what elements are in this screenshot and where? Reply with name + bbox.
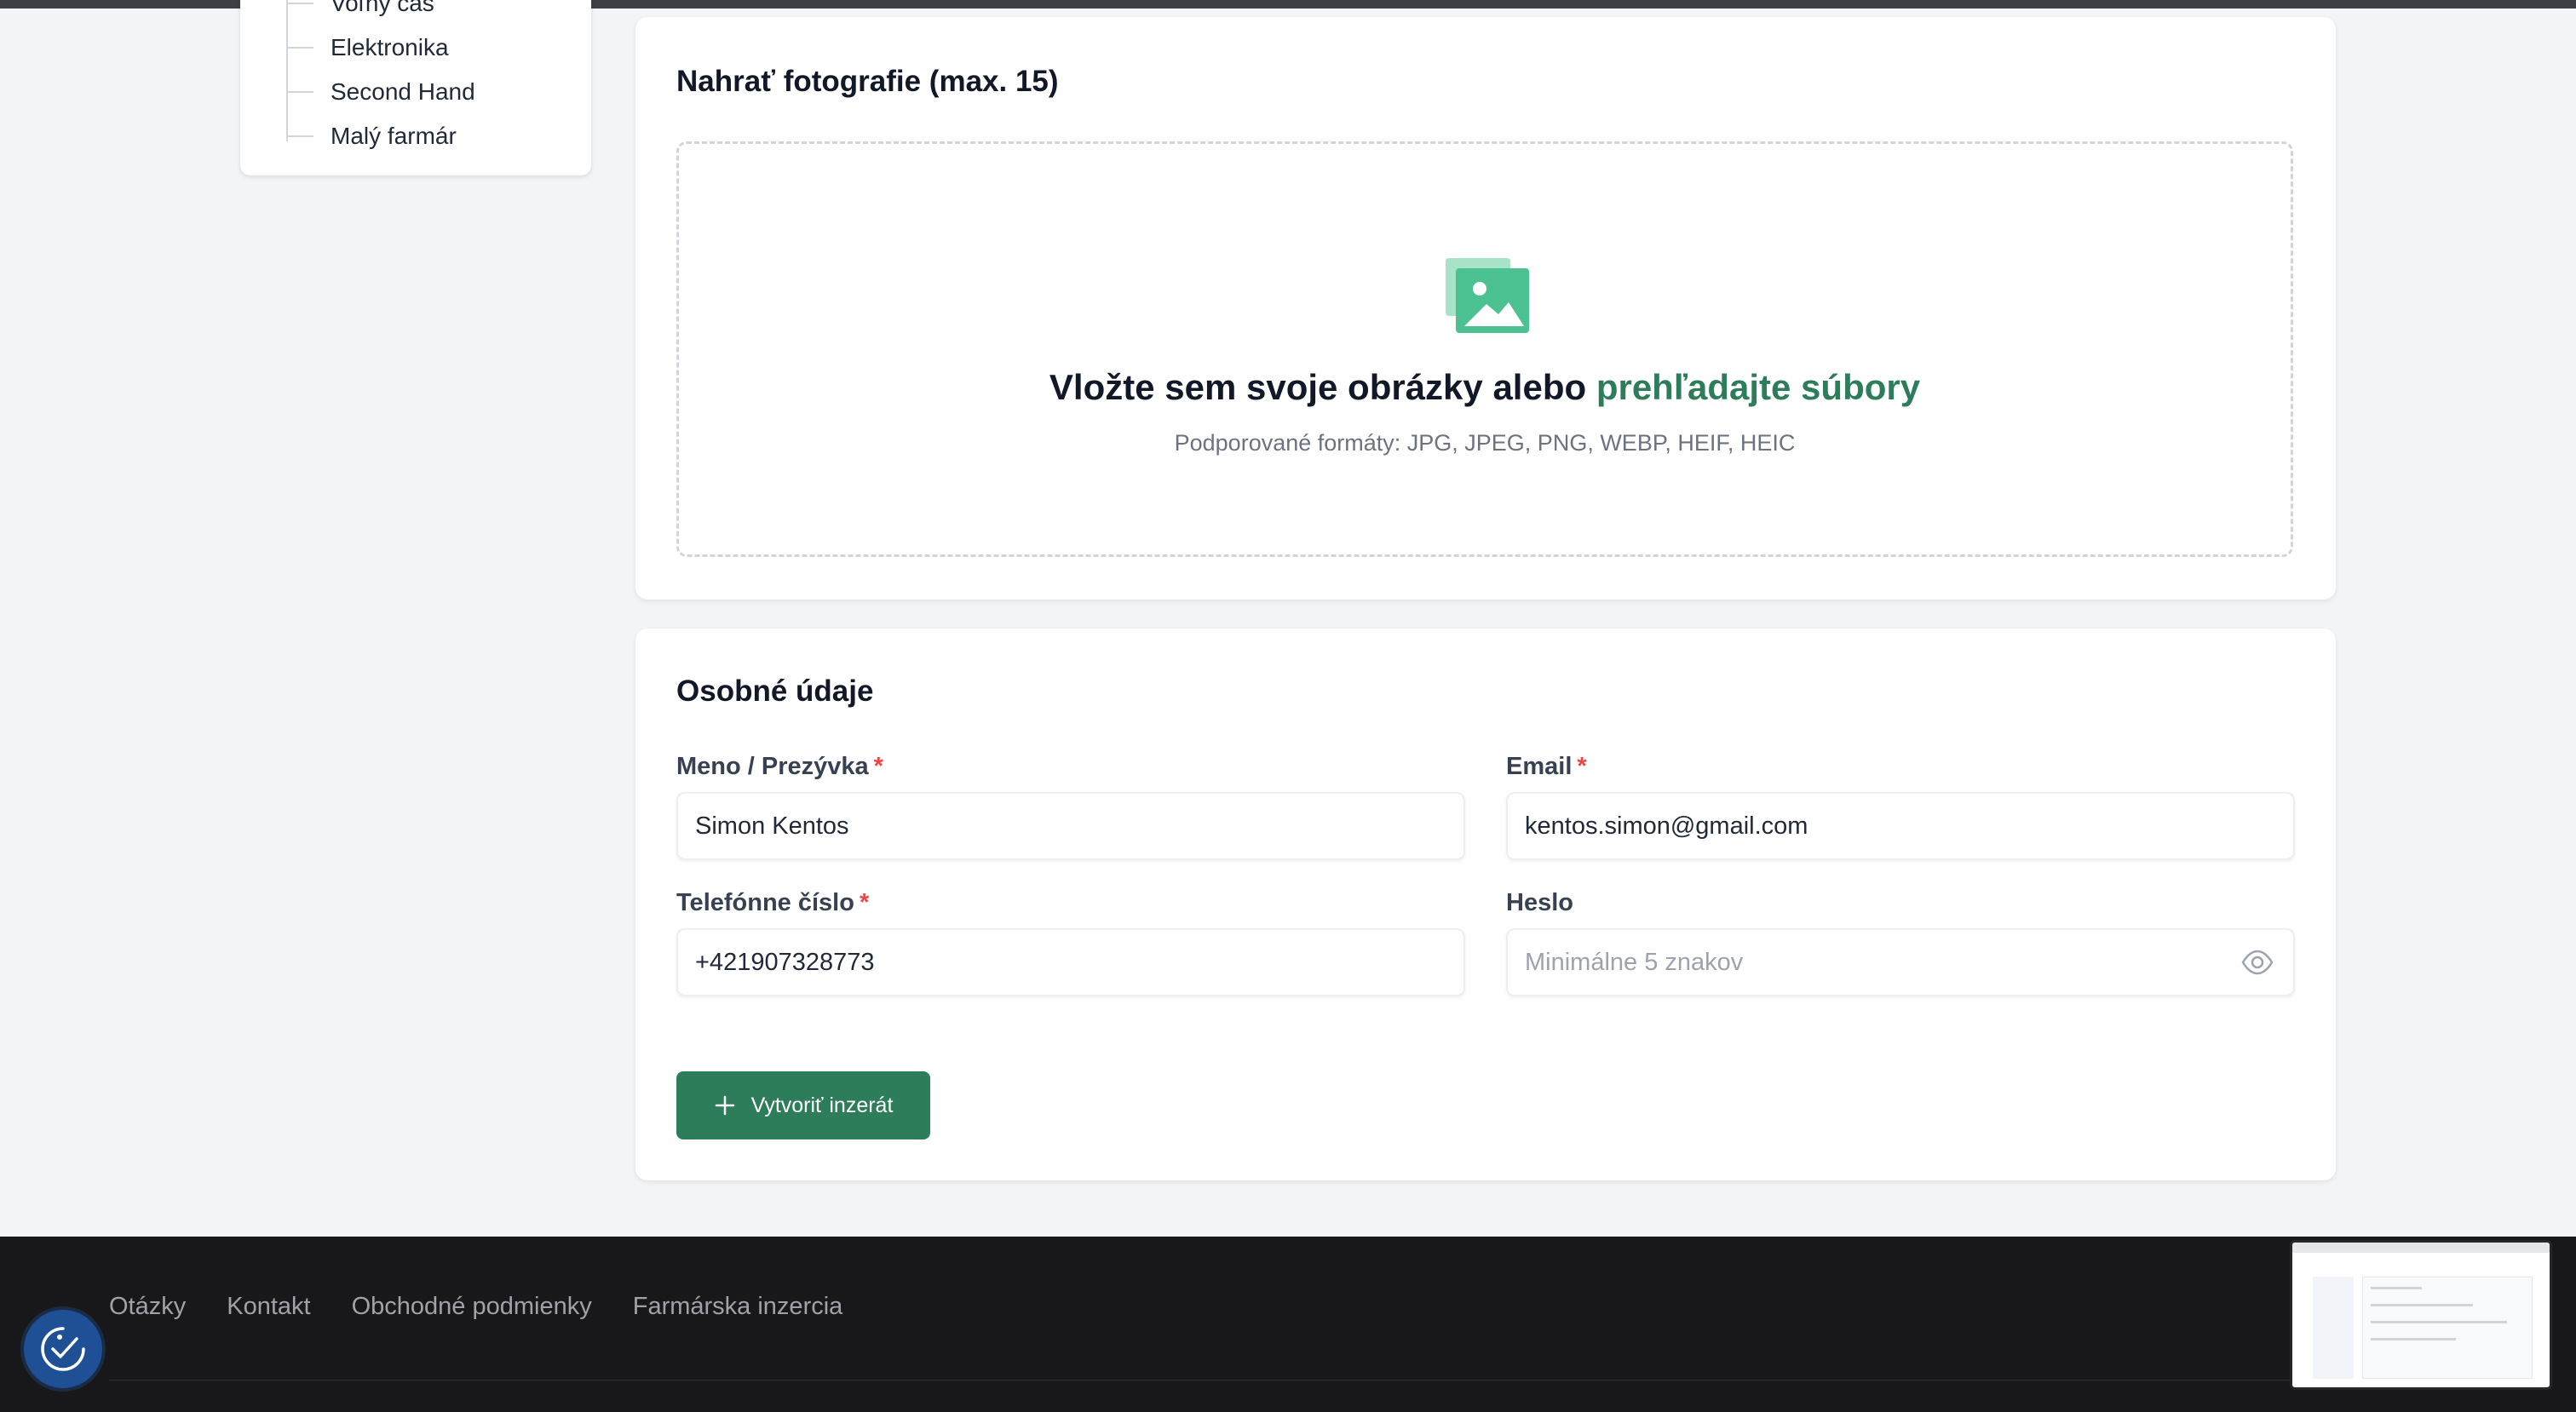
- category-item-maly-farmar[interactable]: Malý farmár: [288, 114, 457, 158]
- photo-upload-card: Nahrať fotografie (max. 15) Vložte sem s…: [635, 17, 2336, 600]
- footer: Otázky Kontakt Obchodné podmienky Farmár…: [0, 1237, 2576, 1412]
- name-label: Meno / Prezývka *: [676, 753, 883, 781]
- preview-topbar: [2292, 1243, 2550, 1253]
- accessibility-button[interactable]: [24, 1310, 102, 1388]
- password-label: Heslo: [1506, 889, 1573, 916]
- category-sidebar: Voľný čas Elektronika Second Hand Malý f…: [240, 0, 591, 175]
- preview-line: [2371, 1304, 2473, 1306]
- name-label-text: Meno / Prezývka: [676, 753, 869, 780]
- photo-dropzone[interactable]: Vložte sem svoje obrázky alebo prehľadaj…: [676, 141, 2293, 557]
- create-listing-button[interactable]: Vytvoriť inzerát: [676, 1071, 930, 1139]
- screen-preview-thumbnail[interactable]: [2290, 1240, 2552, 1390]
- accessibility-check-icon: [41, 1327, 85, 1371]
- personal-data-title: Osobné údaje: [676, 674, 874, 708]
- browse-files-link[interactable]: prehľadajte súbory: [1596, 367, 1920, 407]
- category-label: Malý farmár: [331, 123, 457, 149]
- photo-upload-title: Nahrať fotografie (max. 15): [676, 65, 1059, 98]
- category-item-second-hand[interactable]: Second Hand: [288, 70, 475, 114]
- category-tree: Voľný čas Elektronika Second Hand Malý f…: [286, 0, 576, 149]
- name-field[interactable]: [676, 792, 1465, 860]
- category-label: Voľný čas: [331, 0, 434, 16]
- required-mark: *: [859, 889, 870, 916]
- required-mark: *: [873, 753, 883, 780]
- phone-label-text: Telefónne číslo: [676, 889, 854, 916]
- phone-label: Telefónne číslo *: [676, 889, 869, 917]
- footer-link-faq[interactable]: Otázky: [109, 1293, 186, 1321]
- footer-link-terms[interactable]: Obchodné podmienky: [352, 1293, 592, 1321]
- category-item-elektronika[interactable]: Elektronika: [288, 26, 449, 70]
- plus-icon: [715, 1095, 734, 1116]
- email-label-text: Email: [1506, 753, 1573, 780]
- category-item-volny-cas[interactable]: Voľný čas: [288, 0, 434, 26]
- category-label: Second Hand: [331, 78, 475, 105]
- preview-main: [2362, 1277, 2533, 1379]
- preview-line: [2371, 1287, 2422, 1289]
- preview-sidebar: [2313, 1277, 2354, 1379]
- email-field[interactable]: [1506, 792, 2295, 860]
- eye-icon[interactable]: [2240, 945, 2274, 979]
- phone-field[interactable]: [676, 928, 1465, 996]
- create-listing-label: Vytvoriť inzerát: [750, 1093, 894, 1117]
- supported-formats-text: Podporované formáty: JPG, JPEG, PNG, WEB…: [1174, 430, 1796, 456]
- preview-line: [2371, 1338, 2456, 1340]
- footer-links: Otázky Kontakt Obchodné podmienky Farmár…: [109, 1293, 842, 1321]
- preview-line: [2371, 1321, 2507, 1323]
- footer-link-farm-ads[interactable]: Farmárska inzercia: [633, 1293, 843, 1321]
- footer-link-contact[interactable]: Kontakt: [227, 1293, 310, 1321]
- required-mark: *: [1577, 753, 1587, 780]
- category-label: Elektronika: [331, 34, 449, 60]
- image-gallery-icon: [1446, 258, 1529, 333]
- personal-data-card: Osobné údaje Meno / Prezývka* Email* Tel…: [635, 629, 2336, 1180]
- email-label: Email *: [1506, 753, 1587, 781]
- dropzone-text: Vložte sem svoje obrázky alebo: [1049, 367, 1587, 407]
- password-field[interactable]: [1506, 928, 2295, 996]
- dropzone-instructions: Vložte sem svoje obrázky alebo prehľadaj…: [679, 367, 2291, 408]
